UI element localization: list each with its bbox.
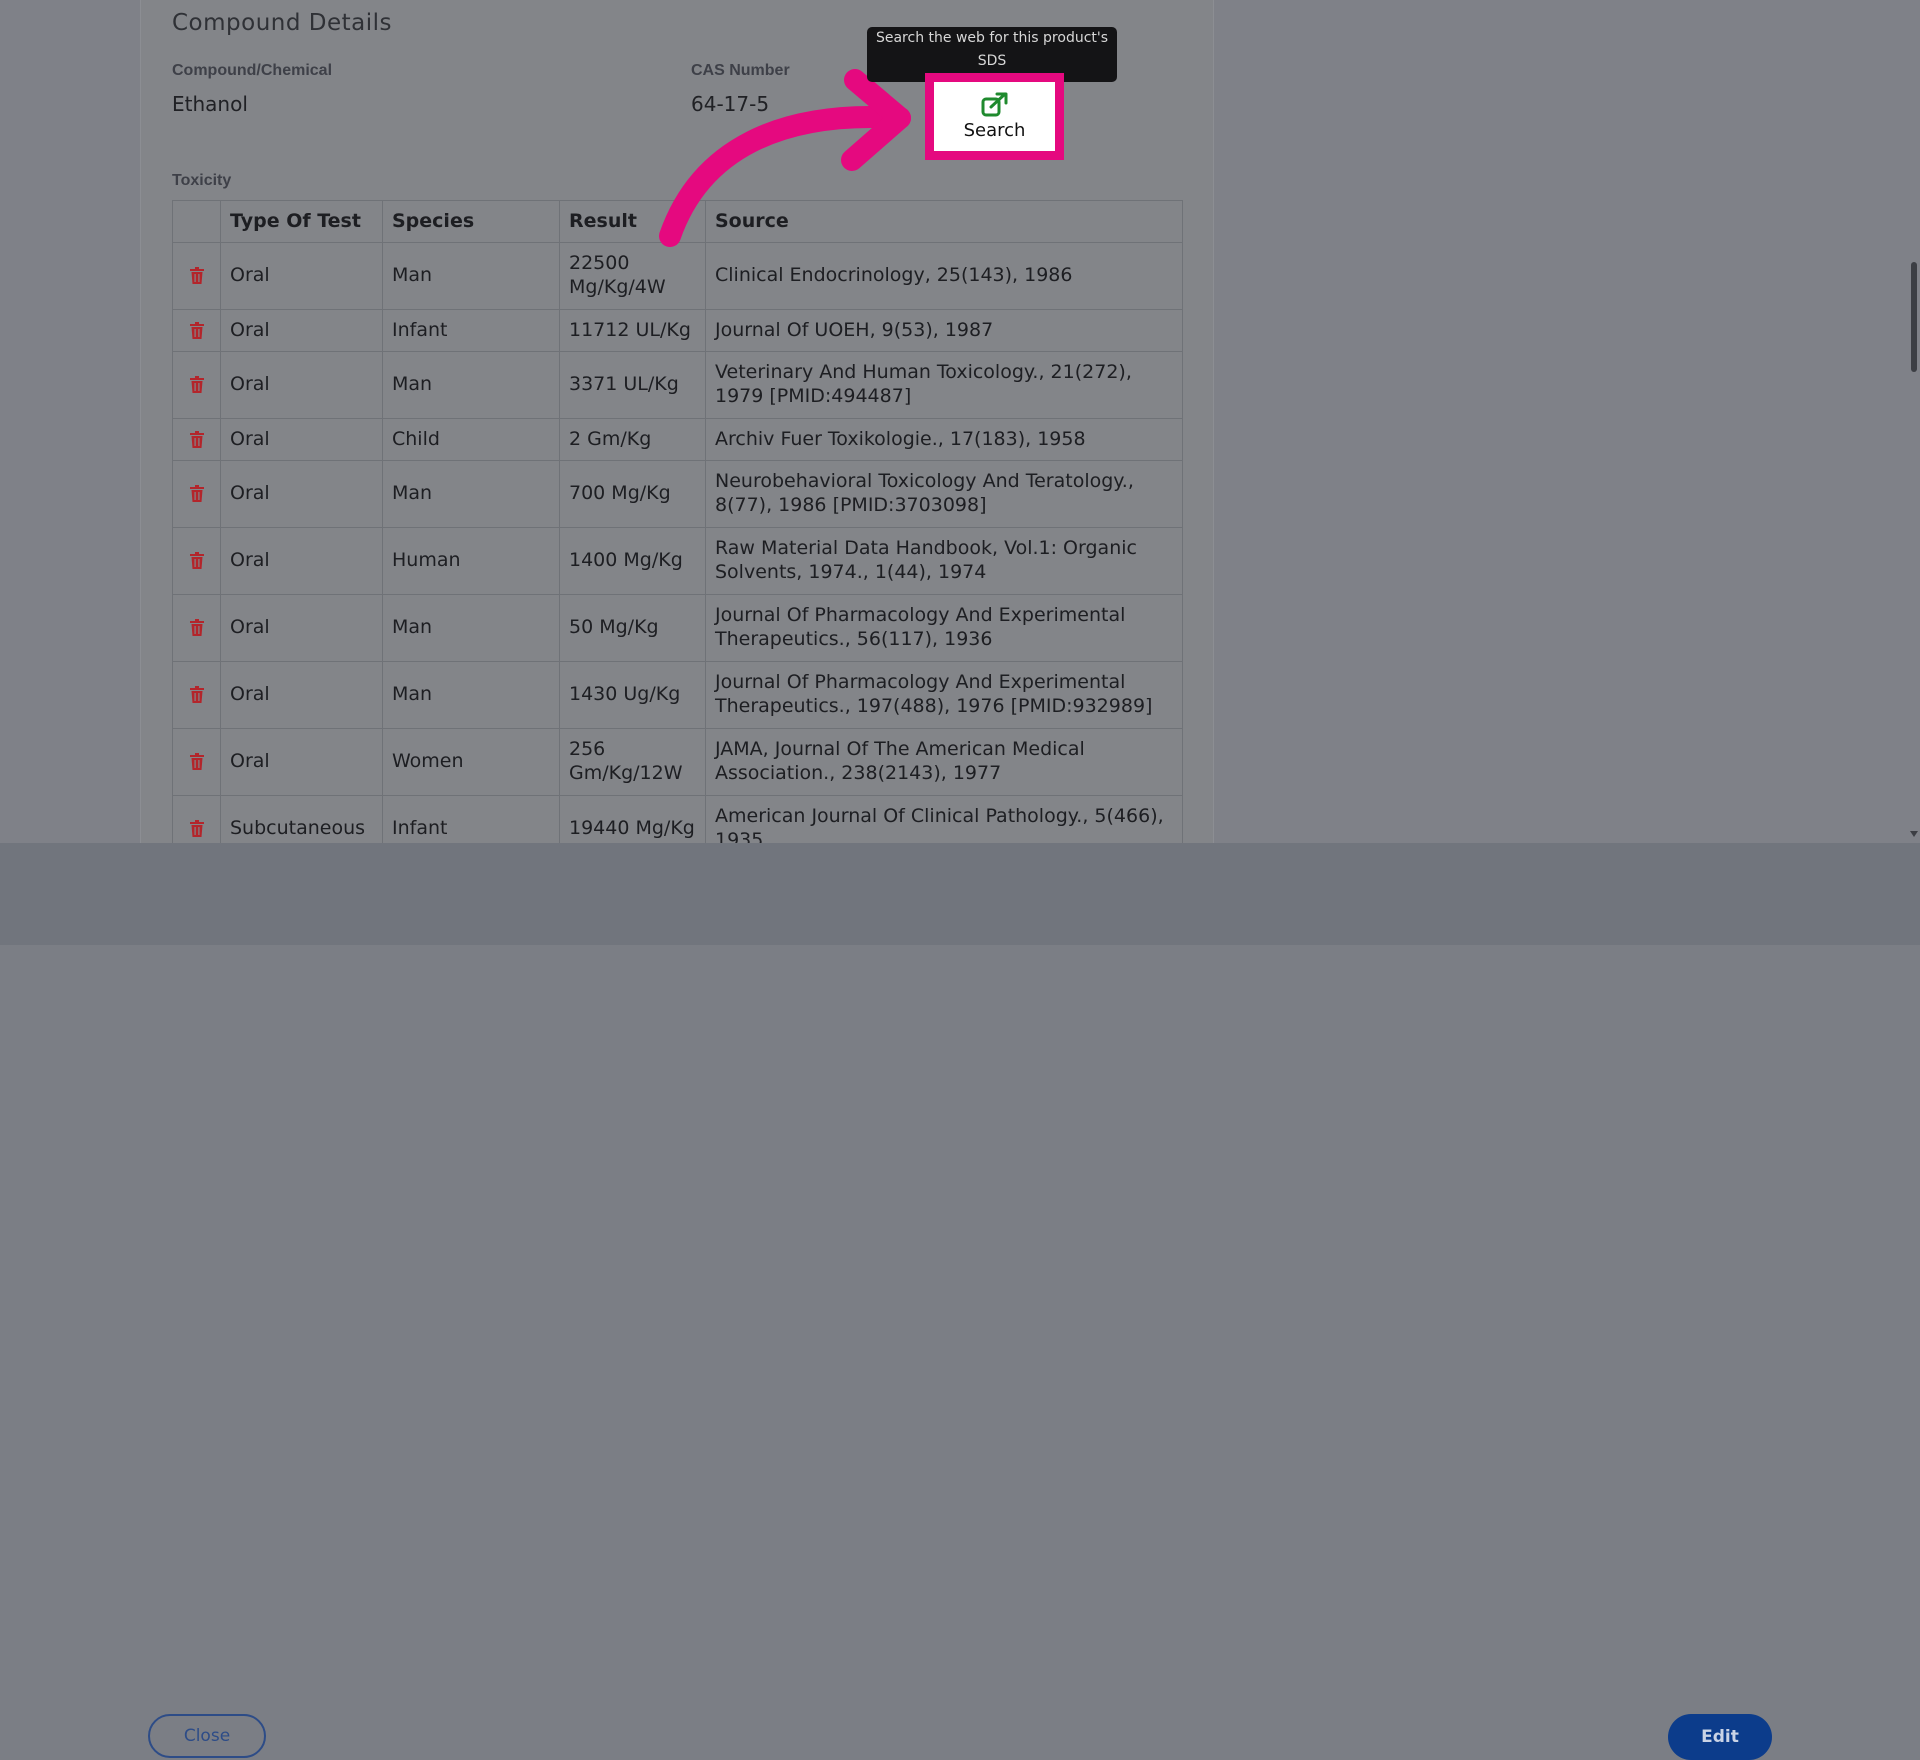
delete-row-cell xyxy=(172,728,221,796)
edit-button[interactable]: Edit xyxy=(1668,1714,1772,1760)
cell-result: 19440 Mg/Kg xyxy=(559,795,706,843)
delete-row-cell xyxy=(172,242,221,310)
table-row: Oral Man 22500 Mg/Kg/4W Clinical Endocrinol… xyxy=(172,242,1183,310)
cell-source: Veterinary And Human Toxicology., 21(272… xyxy=(705,351,1183,419)
cell-species: Man xyxy=(382,594,560,662)
cell-result: 50 Mg/Kg xyxy=(559,594,706,662)
cell-source: Archiv Fuer Toxikologie., 17(183), 1958 xyxy=(705,418,1183,461)
cell-species: Child xyxy=(382,418,560,461)
trash-icon[interactable] xyxy=(189,753,204,771)
cell-source: Neurobehavioral Toxicology And Teratolog… xyxy=(705,460,1183,528)
cell-result: 1430 Ug/Kg xyxy=(559,661,706,729)
section-title: Compound Details xyxy=(172,10,393,36)
cell-result: 22500 Mg/Kg/4W xyxy=(559,242,706,310)
cell-species: Infant xyxy=(382,309,560,352)
cas-label: CAS Number xyxy=(691,62,790,79)
table-row: Oral Women 256 Gm/Kg/12W JAMA, Journal Of T… xyxy=(172,728,1183,796)
cell-result: 3371 UL/Kg xyxy=(559,351,706,419)
header-result: Result xyxy=(559,200,706,243)
cell-source: Clinical Endocrinology, 25(143), 1986 xyxy=(705,242,1183,310)
search-button-label: Search xyxy=(963,120,1026,141)
trash-icon[interactable] xyxy=(189,321,204,339)
cell-species: Man xyxy=(382,351,560,419)
trash-icon[interactable] xyxy=(189,552,204,570)
cell-source: Journal Of Pharmacology And Experimental… xyxy=(705,594,1183,662)
table-row: Oral Child 2 Gm/Kg Archiv Fuer Toxikologie.… xyxy=(172,418,1183,461)
toxicity-table-body: Oral Man 22500 Mg/Kg/4W Clinical Endocrinol… xyxy=(172,242,1183,843)
table-row: Oral Human 1400 Mg/Kg Raw Material Data Han… xyxy=(172,527,1183,595)
cell-source: JAMA, Journal Of The American Medical As… xyxy=(705,728,1183,796)
cell-source: Journal Of UOEH, 9(53), 1987 xyxy=(705,309,1183,352)
table-row: Oral Infant 11712 UL/Kg Journal Of UOEH, 9(… xyxy=(172,309,1183,352)
cell-type-of-test: Subcutaneous xyxy=(220,795,383,843)
cell-type-of-test: Oral xyxy=(220,728,383,796)
cas-value: 64-17-5 xyxy=(691,92,770,116)
trash-icon[interactable] xyxy=(189,686,204,704)
scroll-down-arrow-icon[interactable] xyxy=(1910,831,1918,837)
table-header-row: Type Of Test Species Result Source xyxy=(172,200,1183,243)
table-row: Oral Man 1430 Ug/Kg Journal Of Pharmacology… xyxy=(172,661,1183,729)
scrollbar[interactable] xyxy=(1908,0,1920,843)
trash-icon[interactable] xyxy=(189,485,204,503)
header-type-of-test: Type Of Test xyxy=(220,200,383,243)
cell-type-of-test: Oral xyxy=(220,242,383,310)
cell-species: Infant xyxy=(382,795,560,843)
table-row: Oral Man 700 Mg/Kg Neurobehavioral Toxicolo… xyxy=(172,460,1183,528)
header-actions xyxy=(172,200,221,243)
trash-icon[interactable] xyxy=(189,376,204,394)
cell-species: Man xyxy=(382,661,560,729)
delete-row-cell xyxy=(172,594,221,662)
search-sds-button[interactable]: Search xyxy=(934,82,1055,151)
table-row: Oral Man 50 Mg/Kg Journal Of Pharmacology A… xyxy=(172,594,1183,662)
header-species: Species xyxy=(382,200,560,243)
cell-type-of-test: Oral xyxy=(220,460,383,528)
cell-species: Women xyxy=(382,728,560,796)
modal-footer: Close Edit xyxy=(0,843,1920,1760)
compound-value: Ethanol xyxy=(172,92,248,116)
trash-icon[interactable] xyxy=(189,267,204,285)
compound-label: Compound/Chemical xyxy=(172,62,333,79)
cell-source: American Journal Of Clinical Pathology.,… xyxy=(705,795,1183,843)
header-source: Source xyxy=(705,200,1183,243)
cell-type-of-test: Oral xyxy=(220,527,383,595)
delete-row-cell xyxy=(172,527,221,595)
cell-source: Raw Material Data Handbook, Vol.1: Organ… xyxy=(705,527,1183,595)
cell-species: Human xyxy=(382,527,560,595)
cell-result: 2 Gm/Kg xyxy=(559,418,706,461)
close-button[interactable]: Close xyxy=(148,1714,266,1758)
table-row: Oral Man 3371 UL/Kg Veterinary And Human To… xyxy=(172,351,1183,419)
cell-type-of-test: Oral xyxy=(220,661,383,729)
cell-result: 1400 Mg/Kg xyxy=(559,527,706,595)
cell-result: 256 Gm/Kg/12W xyxy=(559,728,706,796)
delete-row-cell xyxy=(172,309,221,352)
delete-row-cell xyxy=(172,795,221,843)
cell-species: Man xyxy=(382,242,560,310)
cell-species: Man xyxy=(382,460,560,528)
toxicity-table: Type Of Test Species Result Source Oral M… xyxy=(172,200,1183,843)
delete-row-cell xyxy=(172,351,221,419)
cell-type-of-test: Oral xyxy=(220,309,383,352)
toxicity-label: Toxicity xyxy=(172,172,232,189)
delete-row-cell xyxy=(172,418,221,461)
trash-icon[interactable] xyxy=(189,820,204,838)
external-link-icon xyxy=(981,92,1007,117)
cell-result: 700 Mg/Kg xyxy=(559,460,706,528)
cell-result: 11712 UL/Kg xyxy=(559,309,706,352)
cell-source: Journal Of Pharmacology And Experimental… xyxy=(705,661,1183,729)
cell-type-of-test: Oral xyxy=(220,594,383,662)
trash-icon[interactable] xyxy=(189,619,204,637)
cell-type-of-test: Oral xyxy=(220,418,383,461)
cell-type-of-test: Oral xyxy=(220,351,383,419)
table-row: Subcutaneous Infant 19440 Mg/Kg American Jo… xyxy=(172,795,1183,843)
scrollbar-thumb[interactable] xyxy=(1911,262,1917,372)
trash-icon[interactable] xyxy=(189,430,204,448)
delete-row-cell xyxy=(172,460,221,528)
delete-row-cell xyxy=(172,661,221,729)
